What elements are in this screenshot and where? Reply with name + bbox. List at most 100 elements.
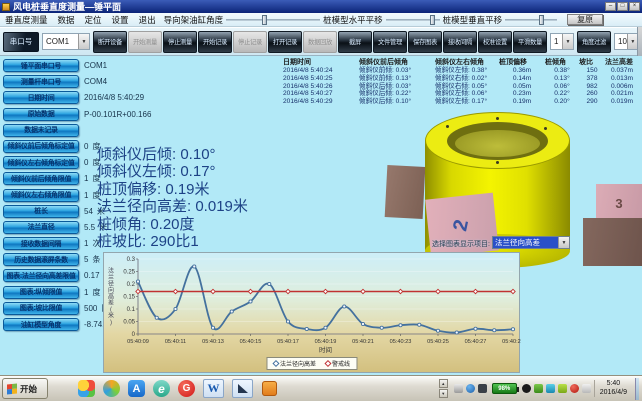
port-select-value: COM1 — [43, 37, 78, 46]
table-header-cell: 桩顶偏移 — [499, 57, 545, 67]
sidebar-row-button[interactable]: 接收数据间隔 — [3, 237, 79, 250]
word-app-icon[interactable]: W — [203, 379, 224, 398]
slider-track[interactable] — [386, 19, 440, 21]
menu-item[interactable]: 退出 — [134, 14, 161, 26]
sidebar-row-button[interactable]: 桩长 — [3, 205, 79, 218]
chevron-down-icon[interactable]: ▼ — [78, 34, 89, 49]
sidebar-row-button[interactable]: 图表:坡比限值 — [3, 302, 79, 315]
toolbar-button[interactable]: 接收间隔 — [443, 31, 477, 53]
tray-icon[interactable] — [558, 384, 567, 393]
tray-display-icon[interactable] — [454, 384, 463, 393]
sidebar-row-button[interactable]: 锤平面串口号 — [3, 59, 79, 72]
sidebar-row-button[interactable]: 图表:法兰径向高差限值 — [3, 269, 79, 282]
browser-sphere-icon[interactable] — [103, 380, 120, 397]
menu-item[interactable]: 定位 — [80, 14, 107, 26]
marker — [249, 300, 252, 303]
toolbar-button[interactable]: 截屏 — [338, 31, 372, 53]
reset-button[interactable]: 复原 — [567, 14, 603, 25]
angle-filter-button[interactable]: 角度过滤 — [577, 31, 611, 53]
toolbar-button[interactable]: 开始测量 — [128, 31, 162, 53]
spinner-down-icon[interactable]: ▼ — [439, 389, 448, 398]
maximize-button[interactable]: □ — [617, 2, 628, 11]
toolbar-button[interactable]: 文件管理 — [373, 31, 407, 53]
chevron-down-icon[interactable]: ▼ — [558, 237, 569, 248]
toolbar-button[interactable]: 数据回放 — [303, 31, 337, 53]
marker — [173, 289, 177, 293]
sidebar-row-button[interactable]: 测量杆串口号 — [3, 75, 79, 88]
smooth-count-button[interactable]: 平滑数量 — [513, 31, 547, 53]
sidebar-row-button[interactable]: 倾斜仪左右倾角限值 — [3, 189, 79, 202]
measurement-readout: 倾斜仪后倾: 0.10°倾斜仪左倾: 0.17°桩顶偏移: 0.19米法兰径向高… — [97, 146, 248, 250]
menu-item[interactable]: 设置 — [107, 14, 134, 26]
ie-browser-icon[interactable]: e — [153, 380, 170, 397]
sidebar-row-button[interactable]: 油缸模型角度 — [3, 318, 79, 331]
toolbar-button[interactable]: 停止测量 — [163, 31, 197, 53]
marker — [268, 282, 271, 285]
marker — [418, 323, 421, 326]
history-table-body: 2016/4/8 5:40:24 倾斜仪前倾: 0.03° 倾斜仪左倾: 0.3… — [283, 67, 639, 106]
sidebar-row-value: P-00.101R+00.166 — [84, 110, 155, 119]
office-app-icon[interactable] — [261, 380, 278, 397]
tray-icon[interactable] — [546, 384, 555, 393]
flange-height-chart: 00.050.10.150.20.250.305:40:0905:40:1105… — [103, 252, 520, 373]
legend-entry-limit[interactable]: 警戒线 — [325, 359, 350, 368]
minimize-button[interactable]: – — [605, 2, 616, 11]
cell-front-rear: 倾斜仪前倾: 0.03° — [359, 67, 435, 75]
sidebar-row-button[interactable]: 倾斜仪左右倾角标定值 — [3, 156, 79, 169]
sidebar-row-button[interactable]: 倾斜仪前后倾角标定值 — [3, 140, 79, 153]
toolbar-button[interactable]: 校准设置 — [478, 31, 512, 53]
tray-power-icon[interactable] — [522, 384, 531, 393]
smooth-count-value: 1 — [551, 37, 562, 46]
menu-item[interactable]: 数据 — [53, 14, 80, 26]
sidebar-row-button[interactable]: 数据未记录 — [3, 124, 79, 137]
sidebar-row-button[interactable]: 法兰直径 — [3, 221, 79, 234]
taskbar-clock[interactable]: 5:40 2016/4/9 — [594, 380, 632, 397]
os-taskbar: 开始 A e G W ▲ ▼ 98% — [0, 375, 642, 401]
cell-top-offset: 0.19m — [499, 98, 545, 106]
slider-thumb[interactable] — [262, 15, 267, 25]
readout-line: 桩倾角: 0.20度 — [97, 216, 248, 233]
slider-thumb[interactable] — [430, 15, 435, 25]
toolbar-button[interactable]: 打开记录 — [268, 31, 302, 53]
tray-spinner[interactable]: ▲ ▼ — [439, 379, 448, 398]
smooth-count-select[interactable]: 1 ▼ — [550, 33, 574, 50]
360-security-icon[interactable]: G — [178, 380, 195, 397]
toolbar-overflow-strip[interactable] — [637, 27, 642, 56]
tray-icon[interactable] — [582, 384, 591, 393]
chart-item-select[interactable]: 法兰径向高差 ▼ — [492, 236, 570, 249]
port-select[interactable]: COM1 ▼ — [42, 33, 90, 50]
slider-track[interactable] — [226, 19, 320, 21]
toolbar-button[interactable]: 保存图表 — [408, 31, 442, 53]
port-label: 串口号 — [3, 32, 39, 52]
slider-track[interactable] — [505, 19, 557, 21]
sidebar-row: 锤平面串口号 COM1 — [3, 59, 155, 72]
tray-volume-icon[interactable] — [478, 384, 487, 393]
colorful-app-icon[interactable] — [78, 380, 95, 397]
menu-item[interactable]: 垂直度测量 — [0, 14, 53, 26]
cell-slope: 378 — [579, 75, 605, 83]
toolbar-button[interactable]: 停止记录 — [233, 31, 267, 53]
toolbar-button[interactable]: 断开设备 — [93, 31, 127, 53]
sidebar-row-button[interactable]: 图表:纵倾限值 — [3, 286, 79, 299]
spinner-up-icon[interactable]: ▲ — [439, 379, 448, 388]
tray-icon[interactable] — [534, 384, 543, 393]
start-button[interactable]: 开始 — [2, 378, 48, 399]
tray-icon[interactable] — [570, 384, 579, 393]
sidebar-row-button[interactable]: 倾斜仪前后倾角限值 — [3, 172, 79, 185]
chevron-down-icon[interactable]: ▼ — [562, 34, 573, 49]
close-button[interactable]: × — [629, 2, 640, 11]
blue-a-app-icon[interactable]: A — [128, 380, 145, 397]
sidebar-row-button[interactable]: 原始数据 — [3, 108, 79, 121]
legend-entry-series[interactable]: 法兰径向高差 — [273, 359, 316, 368]
battery-indicator[interactable]: 98% — [492, 383, 517, 394]
angle-filter-select[interactable]: 10 ▼ — [614, 33, 639, 50]
toolbar-button[interactable]: 开始记录 — [198, 31, 232, 53]
measure-app-icon[interactable] — [232, 379, 253, 398]
chart-canvas: 00.050.10.150.20.250.305:40:0905:40:1105… — [104, 253, 521, 374]
sidebar-row-button[interactable]: 历史数据滚屏条数 — [3, 253, 79, 266]
tray-network-icon[interactable] — [466, 384, 475, 393]
sidebar-row-button[interactable]: 日期时间 — [3, 91, 79, 104]
show-desktop-button[interactable] — [635, 378, 639, 400]
table-row: 2016/4/8 5:40:25 倾斜仪前倾: 0.13° 倾斜仪右倾: 0.0… — [283, 75, 639, 83]
slider-thumb[interactable] — [539, 15, 544, 25]
